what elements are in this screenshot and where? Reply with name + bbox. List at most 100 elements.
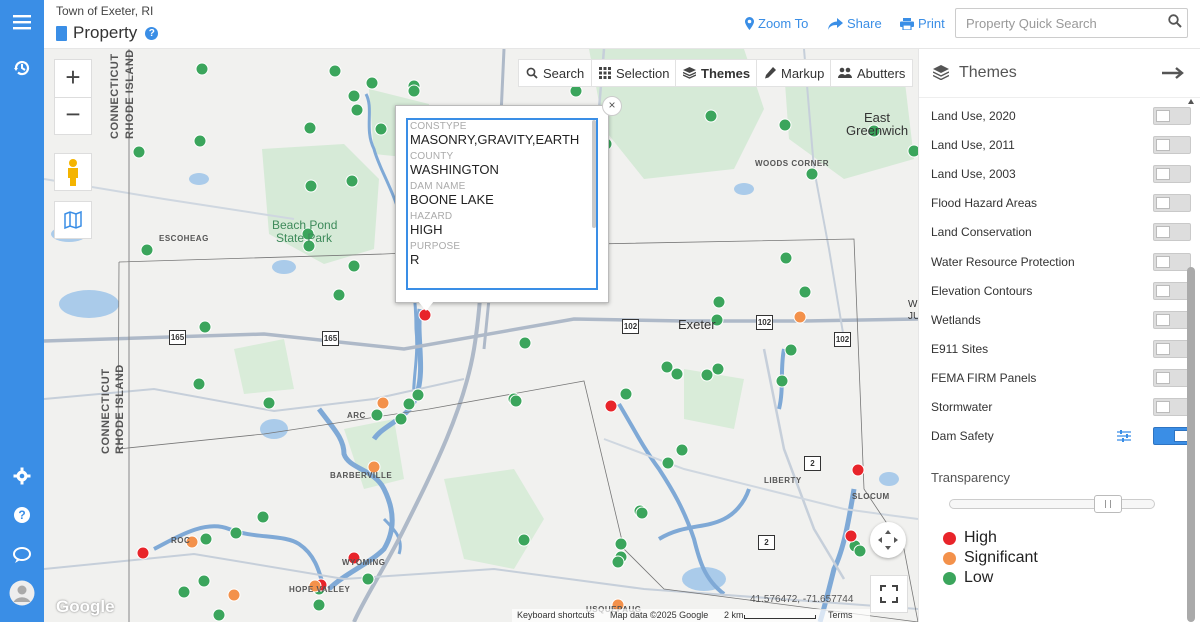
dam-marker-low[interactable] — [198, 320, 212, 334]
panel-scrollbar[interactable] — [1187, 99, 1195, 622]
dam-marker-low[interactable] — [256, 510, 270, 524]
help-icon[interactable]: ? — [0, 500, 44, 530]
dam-marker-low[interactable] — [661, 456, 675, 470]
dam-info-fields[interactable]: CONSTYPE MASONRY,GRAVITY,EARTH COUNTY WASHI… — [406, 118, 598, 290]
dam-marker-low[interactable] — [675, 443, 689, 457]
dam-marker-low[interactable] — [374, 122, 388, 136]
dam-marker-low[interactable] — [407, 84, 421, 98]
gear-icon[interactable] — [0, 461, 44, 491]
search-icon[interactable] — [1168, 14, 1182, 28]
selection-button[interactable]: Selection — [591, 59, 678, 87]
theme-layer-toggle[interactable] — [1153, 368, 1191, 387]
theme-layer-toggle[interactable] — [1153, 223, 1191, 242]
dam-marker-high[interactable] — [844, 529, 858, 543]
collapse-arrow-icon[interactable] — [1162, 67, 1184, 79]
dam-marker-low[interactable] — [784, 343, 798, 357]
theme-layer-toggle[interactable] — [1153, 107, 1191, 125]
theme-layer-toggle[interactable] — [1153, 310, 1191, 329]
transparency-slider[interactable] — [949, 495, 1155, 513]
dam-marker-low[interactable] — [611, 555, 625, 569]
menu-icon[interactable] — [0, 7, 44, 37]
dam-marker-low[interactable] — [798, 285, 812, 299]
dam-marker-low[interactable] — [140, 243, 154, 257]
dam-marker-low[interactable] — [700, 368, 714, 382]
dam-marker-low[interactable] — [402, 397, 416, 411]
zoom-to-button[interactable]: Zoom To — [745, 16, 808, 31]
theme-layer-toggle[interactable] — [1153, 398, 1191, 416]
layer-settings-sliders-icon[interactable] — [1117, 430, 1131, 443]
popup-close-button[interactable]: × — [602, 96, 622, 116]
theme-layer-toggle[interactable] — [1153, 281, 1191, 300]
dam-marker-low[interactable] — [670, 367, 684, 381]
print-button[interactable]: Print — [900, 16, 945, 31]
dam-marker-low[interactable] — [907, 144, 918, 158]
dam-marker-low[interactable] — [347, 259, 361, 273]
dam-marker-low[interactable] — [332, 288, 346, 302]
dam-marker-high[interactable] — [604, 399, 618, 413]
dam-marker-low[interactable] — [177, 585, 191, 599]
theme-layer-toggle[interactable] — [1153, 194, 1191, 213]
dam-marker-low[interactable] — [704, 109, 718, 123]
history-icon[interactable] — [0, 53, 44, 83]
help-circle-icon[interactable]: ? — [145, 26, 159, 40]
dam-marker-low[interactable] — [775, 374, 789, 388]
dam-marker-low[interactable] — [199, 532, 213, 546]
dam-marker-low[interactable] — [711, 362, 725, 376]
dam-marker-low[interactable] — [365, 76, 379, 90]
theme-layer-toggle[interactable] — [1153, 427, 1191, 446]
dam-marker-low[interactable] — [779, 251, 793, 265]
dam-marker-low[interactable] — [518, 336, 532, 350]
dam-marker-low[interactable] — [345, 174, 359, 188]
dam-marker-low[interactable] — [370, 408, 384, 422]
dam-marker-low[interactable] — [635, 506, 649, 520]
markup-button[interactable]: Markup — [756, 59, 833, 87]
dam-marker-low[interactable] — [193, 134, 207, 148]
theme-layer-toggle[interactable] — [1153, 252, 1191, 271]
dam-marker-low[interactable] — [853, 544, 867, 558]
map-search-button[interactable]: Search — [518, 59, 593, 87]
dam-marker-low[interactable] — [212, 608, 226, 622]
dam-marker-low[interactable] — [347, 89, 361, 103]
themes-button[interactable]: Themes — [675, 59, 759, 87]
dam-marker-low[interactable] — [197, 574, 211, 588]
chat-icon[interactable] — [0, 540, 44, 570]
map-view[interactable]: CONNECTICUT RHODE ISLAND CONNECTICUT RHO… — [44, 49, 918, 622]
dam-marker-low[interactable] — [805, 167, 819, 181]
dam-marker-low[interactable] — [778, 118, 792, 132]
dam-marker-low[interactable] — [303, 121, 317, 135]
dam-marker-low[interactable] — [262, 396, 276, 410]
dam-marker-low[interactable] — [411, 388, 425, 402]
terms-link[interactable]: Terms — [828, 610, 853, 620]
dam-marker-low[interactable] — [614, 537, 628, 551]
dam-marker-low[interactable] — [195, 62, 209, 76]
scale-label[interactable]: 2 km — [724, 610, 744, 620]
fullscreen-button[interactable] — [870, 575, 908, 613]
dam-marker-low[interactable] — [328, 64, 342, 78]
dam-marker-high[interactable] — [851, 463, 865, 477]
popup-scrollbar[interactable] — [592, 120, 596, 228]
dam-marker-low[interactable] — [304, 179, 318, 193]
dam-marker-low[interactable] — [509, 394, 523, 408]
zoom-in-button[interactable]: + — [55, 60, 91, 98]
street-view-button[interactable] — [54, 153, 92, 191]
keyboard-shortcuts-link[interactable]: Keyboard shortcuts — [517, 610, 595, 620]
dam-marker-low[interactable] — [132, 145, 146, 159]
abutters-button[interactable]: Abutters — [830, 59, 914, 87]
property-quick-search-input[interactable] — [955, 8, 1188, 38]
pan-control[interactable] — [870, 522, 906, 558]
dam-marker-low[interactable] — [229, 526, 243, 540]
dam-marker-significant[interactable] — [793, 310, 807, 324]
dam-marker-low[interactable] — [361, 572, 375, 586]
theme-layer-toggle[interactable] — [1153, 136, 1191, 155]
dam-marker-low[interactable] — [394, 412, 408, 426]
dam-marker-low[interactable] — [312, 598, 326, 612]
dam-marker-low[interactable] — [619, 387, 633, 401]
dam-marker-low[interactable] — [350, 103, 364, 117]
share-button[interactable]: Share — [828, 16, 882, 31]
dam-marker-low[interactable] — [192, 377, 206, 391]
avatar[interactable] — [0, 578, 44, 608]
dam-marker-high[interactable] — [136, 546, 150, 560]
theme-layer-toggle[interactable] — [1153, 165, 1191, 184]
dam-marker-low[interactable] — [517, 533, 531, 547]
dam-marker-significant[interactable] — [376, 396, 390, 410]
